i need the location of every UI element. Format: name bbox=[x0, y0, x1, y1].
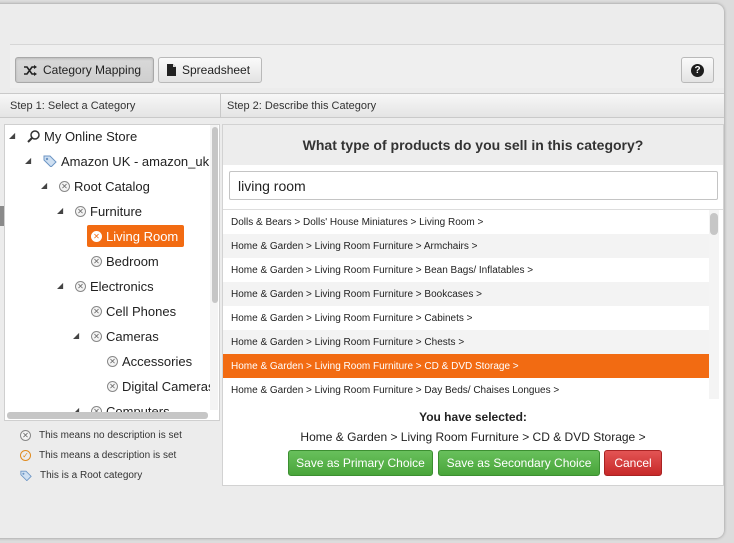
cancel-button[interactable]: Cancel bbox=[604, 450, 662, 476]
tree-node-label: Cell Phones bbox=[106, 303, 177, 319]
tag-icon bbox=[43, 155, 57, 167]
tree-node-label: Bedroom bbox=[106, 253, 159, 269]
tree-toggle-icon[interactable]: ◢ bbox=[41, 181, 47, 190]
spreadsheet-label: Spreadsheet bbox=[182, 63, 251, 77]
no-description-icon: ✕ bbox=[59, 180, 70, 192]
tree-node-label: Digital Cameras bbox=[122, 378, 215, 394]
tree-node-store[interactable]: My Online Store bbox=[27, 126, 137, 146]
tree-node-bedroom[interactable]: ✕ Bedroom bbox=[91, 251, 159, 271]
tree-node-root-catalog[interactable]: ✕ Root Catalog bbox=[59, 176, 150, 196]
help-button[interactable]: ? bbox=[681, 57, 714, 83]
tree-node-cameras[interactable]: ✕ Cameras bbox=[91, 326, 159, 346]
tree-node-label: My Online Store bbox=[44, 128, 138, 144]
tag-icon bbox=[20, 470, 32, 481]
tree-node-living-room[interactable]: ✕ Living Room bbox=[87, 225, 185, 247]
tree-toggle-icon[interactable]: ◢ bbox=[57, 206, 63, 215]
search-icon bbox=[27, 129, 40, 143]
no-description-icon: ✕ bbox=[107, 380, 118, 392]
tree-node-label: Living Room bbox=[106, 228, 179, 244]
tree-node-cell-phones[interactable]: ✕ Cell Phones bbox=[91, 301, 176, 321]
result-row[interactable]: Home & Garden > Living Room Furniture > … bbox=[223, 282, 709, 306]
document-icon bbox=[167, 64, 176, 76]
tree-node-label: Cameras bbox=[106, 328, 159, 344]
tree-node-label: Root Catalog bbox=[74, 178, 150, 194]
category-search-input[interactable] bbox=[229, 171, 718, 200]
tree-toggle-icon[interactable]: ◢ bbox=[73, 331, 79, 340]
results-list[interactable]: Dolls & Bears > Dolls' House Miniatures … bbox=[223, 209, 723, 399]
results-vertical-scrollbar[interactable] bbox=[709, 210, 719, 399]
tree-horizontal-scroll-thumb[interactable] bbox=[7, 412, 208, 419]
tree-toggle-icon[interactable]: ◢ bbox=[9, 131, 15, 140]
you-have-selected-label: You have selected: bbox=[419, 410, 527, 424]
results-scroll-thumb[interactable] bbox=[710, 213, 718, 235]
category-mapping-label: Category Mapping bbox=[43, 63, 142, 77]
tree-node-accessories[interactable]: ✕ Accessories bbox=[107, 351, 192, 371]
legend-label: This means no description is set bbox=[39, 430, 182, 441]
no-description-icon: ✕ bbox=[91, 230, 102, 242]
tree-node-label: Amazon UK - amazon_uk bbox=[61, 153, 210, 169]
tree-node-digital-cameras[interactable]: ✕ Digital Cameras bbox=[107, 376, 214, 396]
tree-node-amazon[interactable]: Amazon UK - amazon_uk bbox=[43, 151, 209, 171]
toolbar: Category Mapping Spreadsheet ? bbox=[10, 44, 724, 88]
no-description-icon: ✕ bbox=[91, 330, 102, 342]
result-row[interactable]: Home & Garden > Living Room Furniture > … bbox=[223, 306, 709, 330]
result-row[interactable]: Home & Garden > Living Room Furniture > … bbox=[223, 258, 709, 282]
legend-label: This is a Root category bbox=[40, 470, 143, 481]
tree-toggle-icon[interactable]: ◢ bbox=[57, 281, 63, 290]
category-mapping-button[interactable]: Category Mapping bbox=[15, 57, 154, 83]
no-description-icon: ✕ bbox=[75, 205, 86, 217]
save-secondary-button[interactable]: Save as Secondary Choice bbox=[438, 450, 600, 476]
shuffle-icon bbox=[24, 64, 37, 76]
help-icon: ? bbox=[691, 63, 704, 77]
result-row[interactable]: Home & Garden > Living Room Furniture > … bbox=[223, 234, 709, 258]
tree-vertical-scroll-thumb[interactable] bbox=[212, 127, 218, 303]
question-heading: What type of products do you sell in thi… bbox=[223, 125, 723, 165]
check-icon: ✓ bbox=[20, 450, 31, 461]
result-row[interactable]: Home & Garden > Living Room Furniture > … bbox=[223, 330, 709, 354]
save-primary-button[interactable]: Save as Primary Choice bbox=[288, 450, 433, 476]
result-row[interactable]: Dolls & Bears > Dolls' House Miniatures … bbox=[223, 210, 709, 234]
tree-node-electronics[interactable]: ✕ Electronics bbox=[75, 276, 154, 296]
tree-node-label: Furniture bbox=[90, 203, 143, 219]
step2-header: Step 2: Describe this Category bbox=[221, 93, 724, 118]
step1-header: Step 1: Select a Category bbox=[0, 93, 221, 118]
tree-node-furniture[interactable]: ✕ Furniture bbox=[75, 201, 142, 221]
no-description-icon: ✕ bbox=[75, 280, 86, 292]
result-row[interactable]: Home & Garden > Living Room Furniture > … bbox=[223, 378, 709, 399]
legend-no-description: ✕ This means no description is set bbox=[20, 430, 220, 441]
tree-node-label: Accessories bbox=[122, 353, 193, 369]
describe-panel: What type of products do you sell in thi… bbox=[222, 124, 724, 486]
legend-label: This means a description is set bbox=[39, 450, 177, 461]
no-description-icon: ✕ bbox=[107, 355, 118, 367]
result-row-selected[interactable]: Home & Garden > Living Room Furniture > … bbox=[223, 354, 709, 378]
no-description-icon: ✕ bbox=[20, 430, 31, 441]
legend-root-category: This is a Root category bbox=[20, 470, 220, 481]
category-tree[interactable]: ◢ My Online Store ◢ Amazon UK - amazon_u… bbox=[4, 124, 220, 421]
selected-category-path: Home & Garden > Living Room Furniture > … bbox=[300, 430, 646, 444]
legend-has-description: ✓ This means a description is set bbox=[20, 450, 220, 461]
spreadsheet-button[interactable]: Spreadsheet bbox=[158, 57, 262, 83]
no-description-icon: ✕ bbox=[91, 305, 102, 317]
tree-toggle-icon[interactable]: ◢ bbox=[25, 156, 31, 165]
no-description-icon: ✕ bbox=[91, 255, 102, 267]
tree-node-label: Electronics bbox=[90, 278, 154, 294]
